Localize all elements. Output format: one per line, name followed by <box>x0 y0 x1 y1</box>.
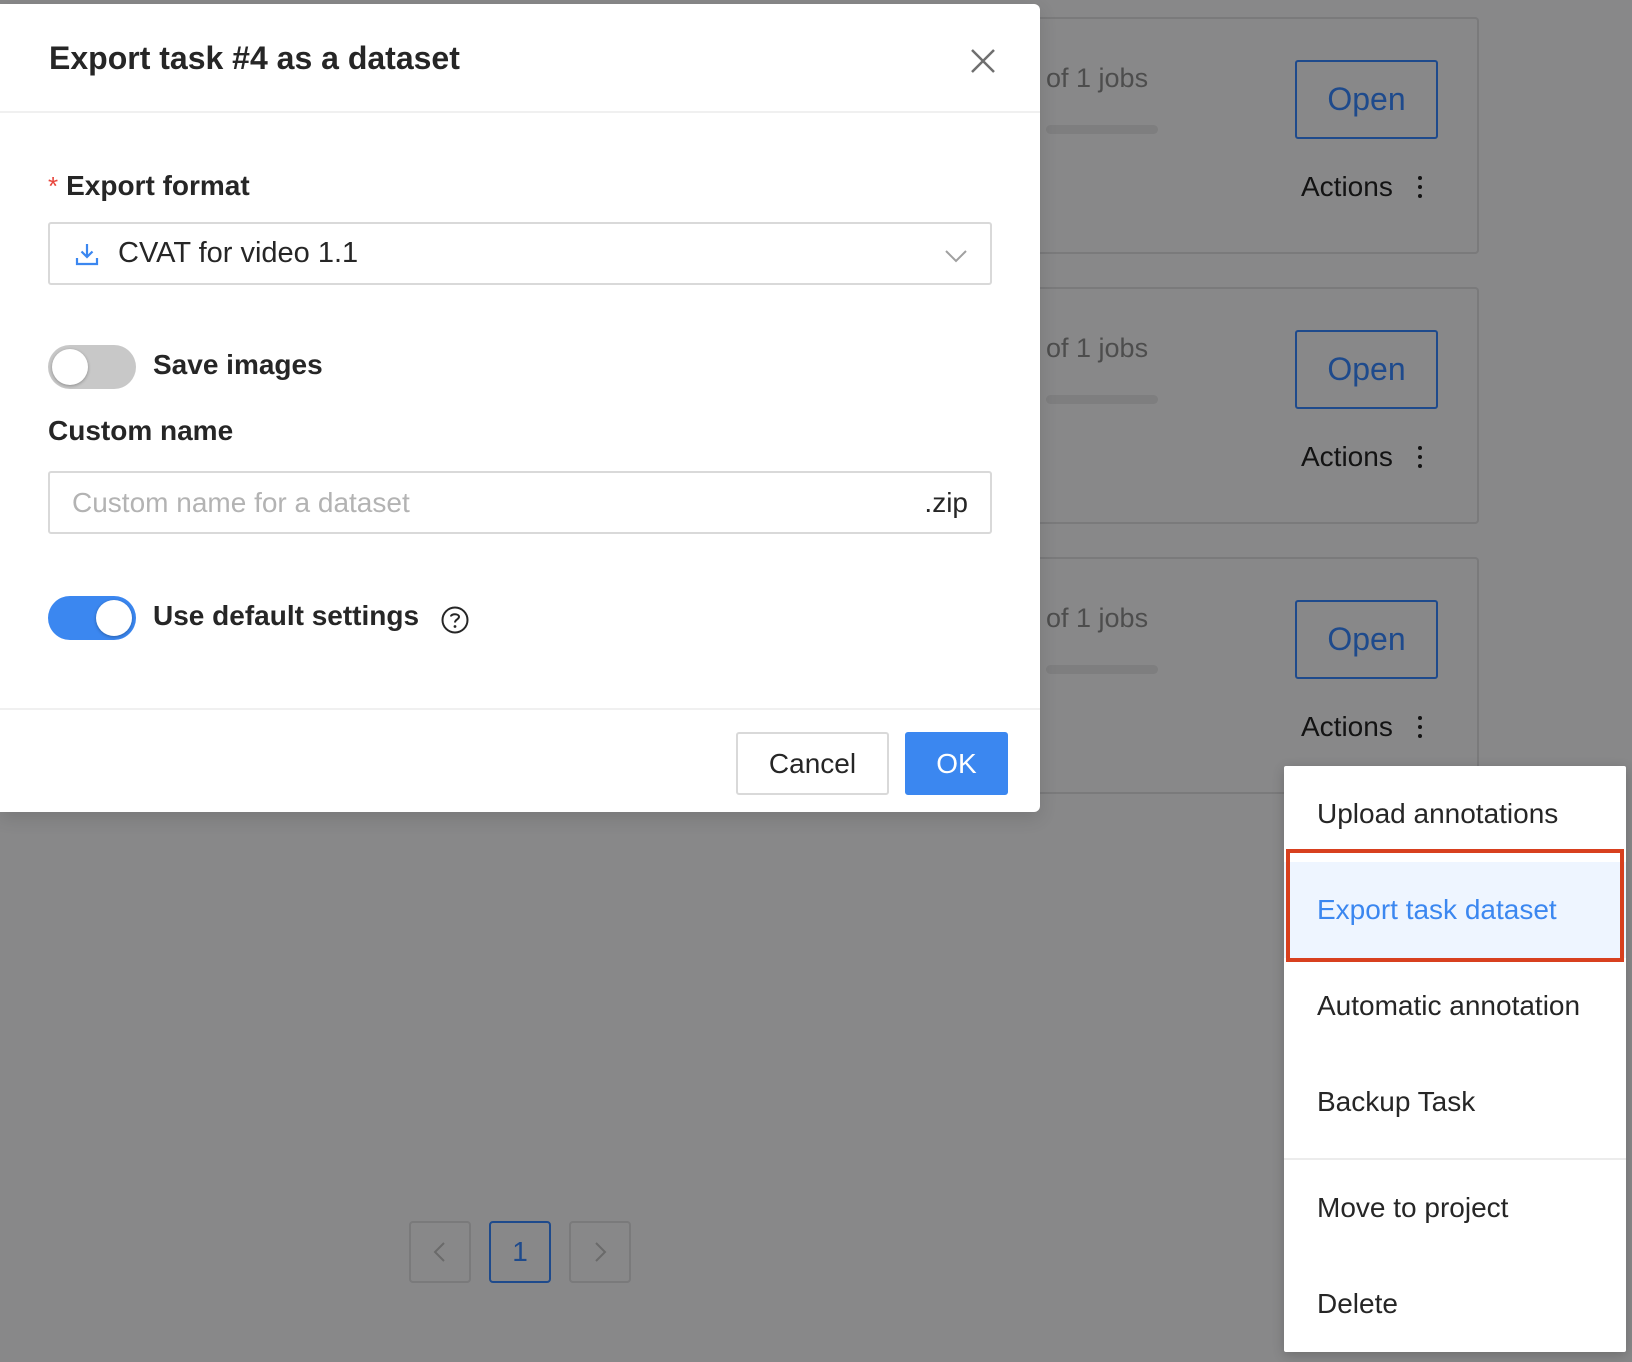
task-card: of 1 jobs Open Actions <box>1000 557 1479 794</box>
menu-item-move-to-project[interactable]: Move to project <box>1284 1160 1626 1256</box>
menu-item-automatic-annotation[interactable]: Automatic annotation <box>1284 958 1626 1054</box>
actions-label: Actions <box>1301 711 1393 742</box>
question-circle-icon[interactable] <box>440 605 470 635</box>
modal-title: Export task #4 as a dataset <box>49 40 460 76</box>
jobs-progress-bar <box>1046 125 1158 134</box>
task-card: of 1 jobs Open Actions <box>1000 17 1479 254</box>
custom-name-field: .zip <box>48 471 992 534</box>
open-task-button[interactable]: Open <box>1295 60 1438 139</box>
open-task-button[interactable]: Open <box>1295 600 1438 679</box>
jobs-progress-text: of 1 jobs <box>1046 603 1149 633</box>
close-icon[interactable] <box>968 46 998 76</box>
open-task-button[interactable]: Open <box>1295 330 1438 409</box>
selection-highlight-box <box>1286 849 1624 962</box>
actions-label: Actions <box>1301 171 1393 202</box>
more-vertical-icon <box>1417 176 1422 198</box>
actions-trigger[interactable]: Actions <box>1301 711 1422 743</box>
download-icon <box>75 243 99 265</box>
export-dataset-modal: Export task #4 as a dataset * Export form… <box>0 4 1040 812</box>
actions-trigger[interactable]: Actions <box>1301 441 1422 473</box>
task-card: of 1 jobs Open Actions <box>1000 287 1479 524</box>
export-format-value: CVAT for video 1.1 <box>118 237 359 269</box>
custom-name-label: Custom name <box>48 415 234 446</box>
pagination-page-1[interactable]: 1 <box>489 1221 551 1283</box>
pagination-prev-button[interactable] <box>409 1221 471 1283</box>
toggle-knob <box>96 600 132 636</box>
menu-item-upload-annotations[interactable]: Upload annotations <box>1284 766 1626 862</box>
chevron-down-icon <box>945 250 967 263</box>
actions-label: Actions <box>1301 441 1393 472</box>
modal-footer: Cancel OK <box>0 708 1040 812</box>
actions-trigger[interactable]: Actions <box>1301 171 1422 203</box>
save-images-toggle[interactable] <box>48 345 136 389</box>
ok-button[interactable]: OK <box>905 732 1008 795</box>
required-mark: * <box>48 171 59 201</box>
modal-header: Export task #4 as a dataset <box>0 4 1040 113</box>
more-vertical-icon <box>1417 446 1422 468</box>
toggle-knob <box>52 349 88 385</box>
menu-item-backup-task[interactable]: Backup Task <box>1284 1054 1626 1150</box>
jobs-progress-text: of 1 jobs <box>1046 333 1149 363</box>
chevron-right-icon <box>595 1242 607 1262</box>
jobs-progress-bar <box>1046 665 1158 674</box>
export-format-select[interactable]: CVAT for video 1.1 <box>48 222 992 285</box>
menu-item-delete[interactable]: Delete <box>1284 1256 1626 1352</box>
use-default-settings-toggle[interactable] <box>48 596 136 640</box>
chevron-left-icon <box>433 1242 445 1262</box>
zip-suffix: .zip <box>924 486 968 518</box>
use-default-settings-label: Use default settings <box>153 600 420 631</box>
export-format-label-text: Export format <box>66 170 250 201</box>
export-format-label: * Export format <box>48 170 250 202</box>
jobs-progress-text: of 1 jobs <box>1046 63 1149 93</box>
more-vertical-icon <box>1417 716 1422 738</box>
save-images-label: Save images <box>153 349 323 380</box>
custom-name-input[interactable] <box>72 486 872 519</box>
jobs-progress-bar <box>1046 395 1158 404</box>
pagination-next-button[interactable] <box>569 1221 631 1283</box>
cancel-button[interactable]: Cancel <box>736 732 889 795</box>
